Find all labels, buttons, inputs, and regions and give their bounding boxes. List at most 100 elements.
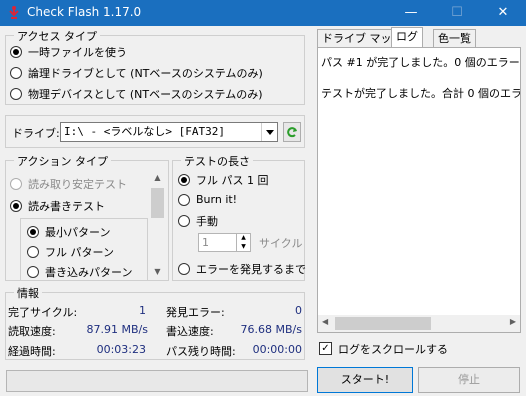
radio-icon [27,266,39,278]
pattern-option-label: 最小パターン [45,226,111,239]
pattern-option-full[interactable]: フル パターン [27,244,114,260]
start-button-label: スタート! [340,373,390,386]
scroll-log-checkbox[interactable]: ✓ ログをスクロールする [319,341,519,357]
log-line: テストが完了しました。合計 0 個のエラーが [321,87,521,100]
radio-icon [10,178,22,190]
start-button[interactable]: スタート! [317,367,413,393]
radio-icon [10,67,22,79]
test-length-group: テストの長さ フル パス 1 回 Burn it! 手動 1 ▲ ▼ サイクル … [172,153,306,281]
scroll-down-icon[interactable]: ▼ [149,264,166,280]
length-option-burn-it[interactable]: Burn it! [178,193,237,206]
length-option-full-pass[interactable]: フル パス 1 回 [178,172,269,188]
info-group: 情報 完了サイクル: 1 発見エラー: 0 読取速度: 87.91 MB/s 書… [5,285,305,360]
cycles-unit-label: サイクル [259,237,303,250]
tab-label: 色一覧 [438,32,471,45]
tab-label: ログ [396,30,418,43]
tab-log[interactable]: ログ [391,27,423,47]
log-panel[interactable]: パス #1 が完了しました。0 個のエラーが検 テストが完了しました。合計 0 … [317,47,521,333]
app-flash-icon [9,6,19,19]
pattern-option-label: 書き込みパターン [45,266,133,279]
radio-icon [178,215,190,227]
access-option-label: 論理ドライブとして (NTベースのシステムのみ) [28,67,263,80]
access-option-label: 一時ファイルを使う [28,46,127,59]
scroll-thumb[interactable] [151,188,164,218]
action-list-scrollbar[interactable]: ▲ ▼ [149,170,166,280]
access-option-physical[interactable]: 物理デバイスとして (NTベースのシステムのみ) [10,86,263,102]
chevron-down-icon[interactable] [261,123,277,141]
test-length-legend: テストの長さ [181,153,253,169]
pattern-option-label: フル パターン [45,246,114,259]
completed-cycles-label: 完了サイクル: [8,306,78,319]
errors-found-value: 0 [295,304,302,317]
length-option-until-error[interactable]: エラーを発見するまで [178,261,306,277]
maximize-icon[interactable]: ☐ [434,0,480,26]
tab-color-legend[interactable]: 色一覧 [433,29,476,47]
pattern-option-minimal[interactable]: 最小パターン [27,224,110,240]
radio-icon [10,46,22,58]
progress-bar [6,370,308,392]
access-option-logical[interactable]: 論理ドライブとして (NTベースのシステムのみ) [10,65,263,81]
manual-cycles-value: 1 [202,236,209,249]
remaining-time-value: 00:00:00 [252,343,302,356]
radio-icon [10,88,22,100]
pattern-group: 最小パターン フル パターン 書き込みパターン [20,218,148,280]
length-option-label: エラーを発見するまで [196,263,306,276]
completed-cycles-value: 1 [139,304,146,317]
access-option-temp-file[interactable]: 一時ファイルを使う [10,44,127,60]
length-option-label: Burn it! [196,193,238,206]
read-speed-label: 読取速度: [8,325,56,338]
radio-icon [178,263,190,275]
scroll-up-icon[interactable]: ▲ [149,170,166,186]
action-type-list: 読み取り安定テスト 読み書きテスト 最小パターン フル パターン 書き込みパター… [6,170,168,280]
close-icon[interactable]: ✕ [480,0,526,26]
log-line: パス #1 が完了しました。0 個のエラーが検 [321,56,521,69]
length-option-manual[interactable]: 手動 [178,213,218,229]
errors-found-label: 発見エラー: [166,306,225,319]
action-option-read-stability: 読み取り安定テスト [10,176,127,192]
window-title: Check Flash 1.17.0 [27,5,142,19]
elapsed-time-label: 経過時間: [8,345,56,358]
drive-group: ドライブ: I:\ - <ラベルなし> [FAT32] [5,115,305,148]
spinner-buttons[interactable]: ▲ ▼ [236,234,250,251]
radio-icon [27,246,39,258]
radio-icon [10,200,22,212]
access-type-legend: アクセス タイプ [14,28,100,44]
info-legend: 情報 [14,285,42,301]
minimize-icon[interactable]: — [388,0,434,26]
drive-select-value: I:\ - <ラベルなし> [FAT32] [64,125,225,138]
scroll-thumb[interactable] [335,317,431,330]
pattern-option-write[interactable]: 書き込みパターン [27,264,132,280]
write-speed-label: 書込速度: [166,325,214,338]
spin-down-icon[interactable]: ▼ [237,243,250,252]
title-bar[interactable]: Check Flash 1.17.0 — ☐ ✕ [0,0,526,26]
action-option-label: 読み書きテスト [28,200,105,213]
write-speed-value: 76.68 MB/s [240,323,302,336]
checkbox-checked-icon[interactable]: ✓ [319,342,332,355]
manual-cycles-spinner[interactable]: 1 ▲ ▼ [198,233,251,252]
action-type-group: アクション タイプ 読み取り安定テスト 読み書きテスト 最小パターン フル パタ… [5,153,169,281]
stop-button-label: 停止 [458,373,480,386]
access-type-group: アクセス タイプ 一時ファイルを使う 論理ドライブとして (NTベースのシステム… [5,28,305,105]
stop-button[interactable]: 停止 [418,367,520,393]
refresh-drives-button[interactable] [283,122,301,142]
read-speed-value: 87.91 MB/s [86,323,148,336]
remaining-time-label: パス残り時間: [166,345,236,358]
length-option-label: フル パス 1 回 [196,174,269,187]
spin-up-icon[interactable]: ▲ [237,234,250,243]
length-option-label: 手動 [196,215,218,228]
scroll-left-icon[interactable]: ◀ [322,317,328,326]
drive-label: ドライブ: [12,127,60,140]
radio-icon [178,193,190,206]
drive-select[interactable]: I:\ - <ラベルなし> [FAT32] [60,122,278,142]
action-option-label: 読み取り安定テスト [28,178,127,191]
elapsed-time-value: 00:03:23 [96,343,146,356]
log-horizontal-scrollbar[interactable]: ◀ ▶ [318,315,520,332]
radio-icon [178,174,190,186]
radio-icon [27,226,39,238]
scroll-log-label: ログをスクロールする [338,343,448,356]
access-option-label: 物理デバイスとして (NTベースのシステムのみ) [28,88,263,101]
action-type-legend: アクション タイプ [14,153,111,169]
action-option-read-write[interactable]: 読み書きテスト [10,198,105,214]
scroll-right-icon[interactable]: ▶ [510,317,516,326]
refresh-icon [287,127,297,138]
